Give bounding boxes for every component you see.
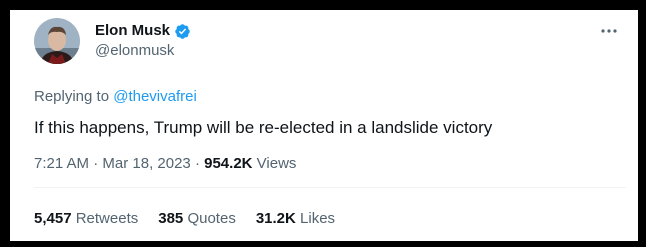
author-handle[interactable]: @elonmusk [95, 42, 174, 60]
quotes-count: 385 [158, 210, 184, 227]
author-name[interactable]: Elon Musk [95, 22, 170, 40]
likes-label: Likes [300, 210, 336, 227]
verified-badge-icon [174, 23, 191, 40]
divider [34, 187, 626, 188]
views-label: Views [256, 155, 297, 172]
likes-count: 31.2K [255, 210, 296, 227]
avatar-image [34, 18, 80, 64]
tweet-stats: 5,457 Retweets 385 Quotes 31.2K Likes [34, 210, 335, 228]
tweet-text: If this happens, Trump will be re-electe… [34, 118, 493, 137]
tweet-meta: 7:21 AM · Mar 18, 2023 · 954.2K Views [34, 155, 296, 173]
avatar[interactable] [34, 18, 80, 64]
retweets-count: 5,457 [34, 210, 72, 227]
retweets-label: Retweets [75, 210, 139, 227]
tweet-card: Elon Musk @elonmusk Replying to @theviva… [10, 10, 638, 241]
retweets-stat[interactable]: 5,457 Retweets [34, 210, 138, 228]
quotes-stat[interactable]: 385 Quotes [158, 210, 236, 228]
views-count: 954.2K [204, 155, 253, 172]
meta-separator: · [194, 155, 200, 172]
tweet-time[interactable]: 7:21 AM [34, 155, 89, 172]
replying-prefix: Replying to [34, 88, 110, 105]
replying-mention-link[interactable]: @thevivafrei [113, 88, 197, 105]
quotes-label: Quotes [187, 210, 236, 227]
author-name-row: Elon Musk [95, 22, 191, 40]
tweet-date[interactable]: Mar 18, 2023 [102, 155, 190, 172]
likes-stat[interactable]: 31.2K Likes [256, 210, 335, 228]
more-options-icon[interactable] [598, 24, 620, 38]
meta-separator: · [93, 155, 99, 172]
replying-to: Replying to @thevivafrei [34, 88, 197, 106]
